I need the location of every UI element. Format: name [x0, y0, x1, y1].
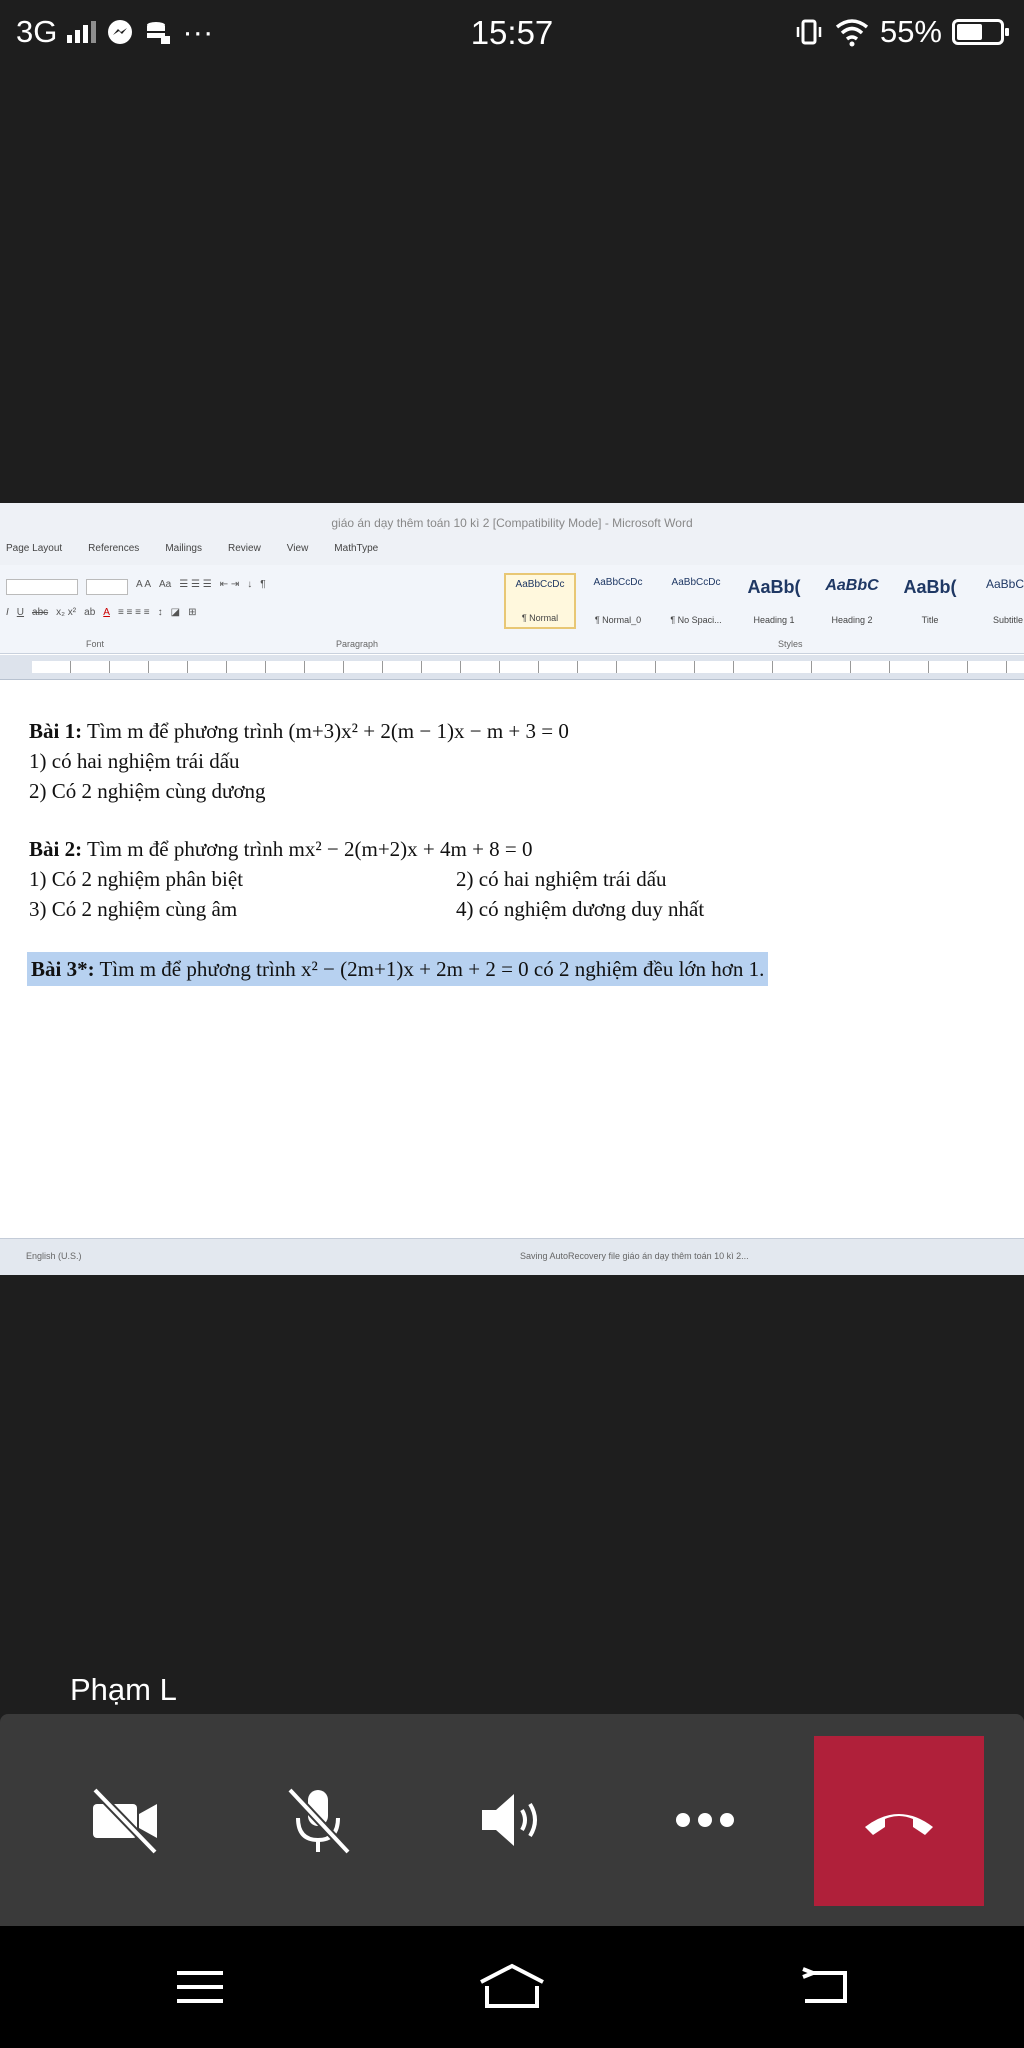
bai2-row2: 3) Có 2 nghiệm cùng âm 4) có nghiệm dương… — [29, 897, 705, 921]
line-spacing-icon[interactable]: ↕ — [158, 607, 163, 618]
borders-icon[interactable]: ⊞ — [188, 607, 196, 618]
underline-icon[interactable]: U — [17, 607, 24, 618]
menu-references[interactable]: References — [88, 543, 139, 565]
more-options-button[interactable] — [650, 1714, 760, 1926]
vibrate-icon — [796, 19, 822, 45]
participant-name: Phạm L — [70, 1672, 177, 1707]
style-normal[interactable]: AaBbCcDc ¶ Normal — [504, 573, 576, 629]
strikethrough-icon[interactable]: abc — [32, 607, 48, 618]
grow-font-icon[interactable]: A A — [136, 579, 151, 595]
status-bar: 3G ··· 15:57 55% — [0, 0, 1024, 68]
menu-page-layout[interactable]: Page Layout — [6, 543, 62, 565]
system-nav-bar — [0, 1926, 1024, 2048]
battery-percent: 55% — [879, 14, 942, 49]
video-off-icon — [92, 1787, 158, 1855]
bai2-line: Bài 2: Tìm m để phương trình mx² − 2(m+2… — [29, 837, 533, 861]
font-group-label: Font — [86, 639, 105, 649]
back-icon — [802, 1967, 847, 2003]
bullets-icon[interactable]: ☰ ☰ ☰ — [179, 579, 211, 595]
status-right: 55% — [794, 14, 1009, 50]
menu-mathtype[interactable]: MathType — [334, 543, 378, 565]
font-controls-row1[interactable]: A A Aa ☰ ☰ ☰ ⇤ ⇥ ↓ ¶ — [6, 579, 266, 595]
highlight-icon[interactable]: ab — [84, 607, 95, 618]
selected-text[interactable]: Bài 3*: Tìm m để phương trình x² − (2m+1… — [27, 952, 769, 986]
font-size-box[interactable] — [86, 579, 128, 595]
bai2-row1: 1) Có 2 nghiệm phân biệt 2) có hai nghiệm… — [29, 867, 667, 891]
bai1-item2: 2) Có 2 nghiệm cùng dương — [29, 779, 266, 803]
style-normal-0[interactable]: AaBbCcDc ¶ Normal_0 — [582, 573, 654, 629]
camera-off-button[interactable] — [70, 1714, 180, 1926]
word-title-bar: giáo án dạy thêm toán 10 kì 2 [Compatibi… — [0, 503, 1024, 543]
mute-button[interactable] — [263, 1714, 373, 1926]
style-heading-2[interactable]: AaBbC Heading 2 — [816, 573, 888, 629]
align-icons[interactable]: ≡ ≡ ≡ ≡ — [118, 607, 150, 618]
status-language: English (U.S.) — [26, 1251, 82, 1261]
call-controls — [0, 1714, 1024, 1926]
menu-review[interactable]: Review — [228, 543, 261, 565]
end-call-button[interactable] — [814, 1736, 984, 1906]
speaker-button[interactable] — [457, 1714, 567, 1926]
mic-off-icon — [287, 1787, 351, 1855]
styles-group-label: Styles — [778, 639, 803, 649]
font-name-box[interactable] — [6, 579, 78, 595]
style-no-spacing[interactable]: AaBbCcDc ¶ No Spaci... — [660, 573, 732, 629]
home-icon — [480, 1963, 544, 2008]
change-case-icon[interactable]: Aa — [159, 579, 171, 595]
indent-icon[interactable]: ⇤ ⇥ — [220, 579, 240, 595]
font-controls-row2[interactable]: I U abc x₂ x² ab A ≡ ≡ ≡ ≡ ↕ ◪ ⊞ — [6, 607, 196, 618]
document-body[interactable]: Bài 1: Tìm m để phương trình (m+3)x² + 2… — [27, 716, 989, 986]
menu-view[interactable]: View — [287, 543, 309, 565]
sort-icon[interactable]: ↓ — [247, 579, 252, 595]
font-color-icon[interactable]: A — [103, 607, 110, 618]
style-subtitle[interactable]: AaBbCcSubtitle — [972, 573, 1024, 629]
pilcrow-icon[interactable]: ¶ — [260, 579, 265, 595]
hang-up-icon — [865, 1814, 933, 1835]
subscript-icon[interactable]: x₂ x² — [56, 607, 76, 618]
speaker-icon — [482, 1794, 537, 1846]
document-page[interactable]: Bài 1: Tìm m để phương trình (m+3)x² + 2… — [0, 680, 1024, 1240]
bai1-item1: 1) có hai nghiệm trái dấu — [29, 749, 240, 773]
ruler[interactable] — [0, 655, 1024, 680]
more-icon — [676, 1813, 734, 1827]
menu-icon — [177, 1971, 223, 2003]
paragraph-group-label: Paragraph — [336, 639, 379, 649]
battery-icon — [952, 19, 1009, 45]
word-menu-bar: Page Layout References Mailings Review V… — [0, 543, 1024, 565]
styles-gallery: AaBbCcDc ¶ Normal AaBbCcDc ¶ Normal_0 AaBb… — [504, 573, 1024, 629]
style-title[interactable]: AaBb(Title — [894, 573, 966, 629]
shading-icon[interactable]: ◪ — [171, 607, 180, 618]
word-status-bar: English (U.S.) Saving AutoRecovery file … — [0, 1238, 1024, 1275]
wifi-icon — [835, 19, 869, 47]
menu-mailings[interactable]: Mailings — [165, 543, 202, 565]
back-button[interactable] — [764, 1926, 884, 2048]
shared-screen: giáo án dạy thêm toán 10 kì 2 [Compatibi… — [0, 503, 1024, 1275]
status-autosave: Saving AutoRecovery file giáo án dạy thê… — [520, 1251, 749, 1261]
italic-icon[interactable]: I — [6, 607, 9, 618]
menu-button[interactable] — [140, 1926, 260, 2048]
bai3-line: Bài 3*: Tìm m để phương trình x² − (2m+1… — [27, 952, 989, 986]
style-heading-1[interactable]: AaBb(Heading 1 — [738, 573, 810, 629]
word-ribbon: A A Aa ☰ ☰ ☰ ⇤ ⇥ ↓ ¶ I U abc x₂ x² ab A … — [0, 565, 1024, 654]
home-button[interactable] — [452, 1926, 572, 2048]
bai1-line: Bài 1: Tìm m để phương trình (m+3)x² + 2… — [29, 719, 569, 743]
